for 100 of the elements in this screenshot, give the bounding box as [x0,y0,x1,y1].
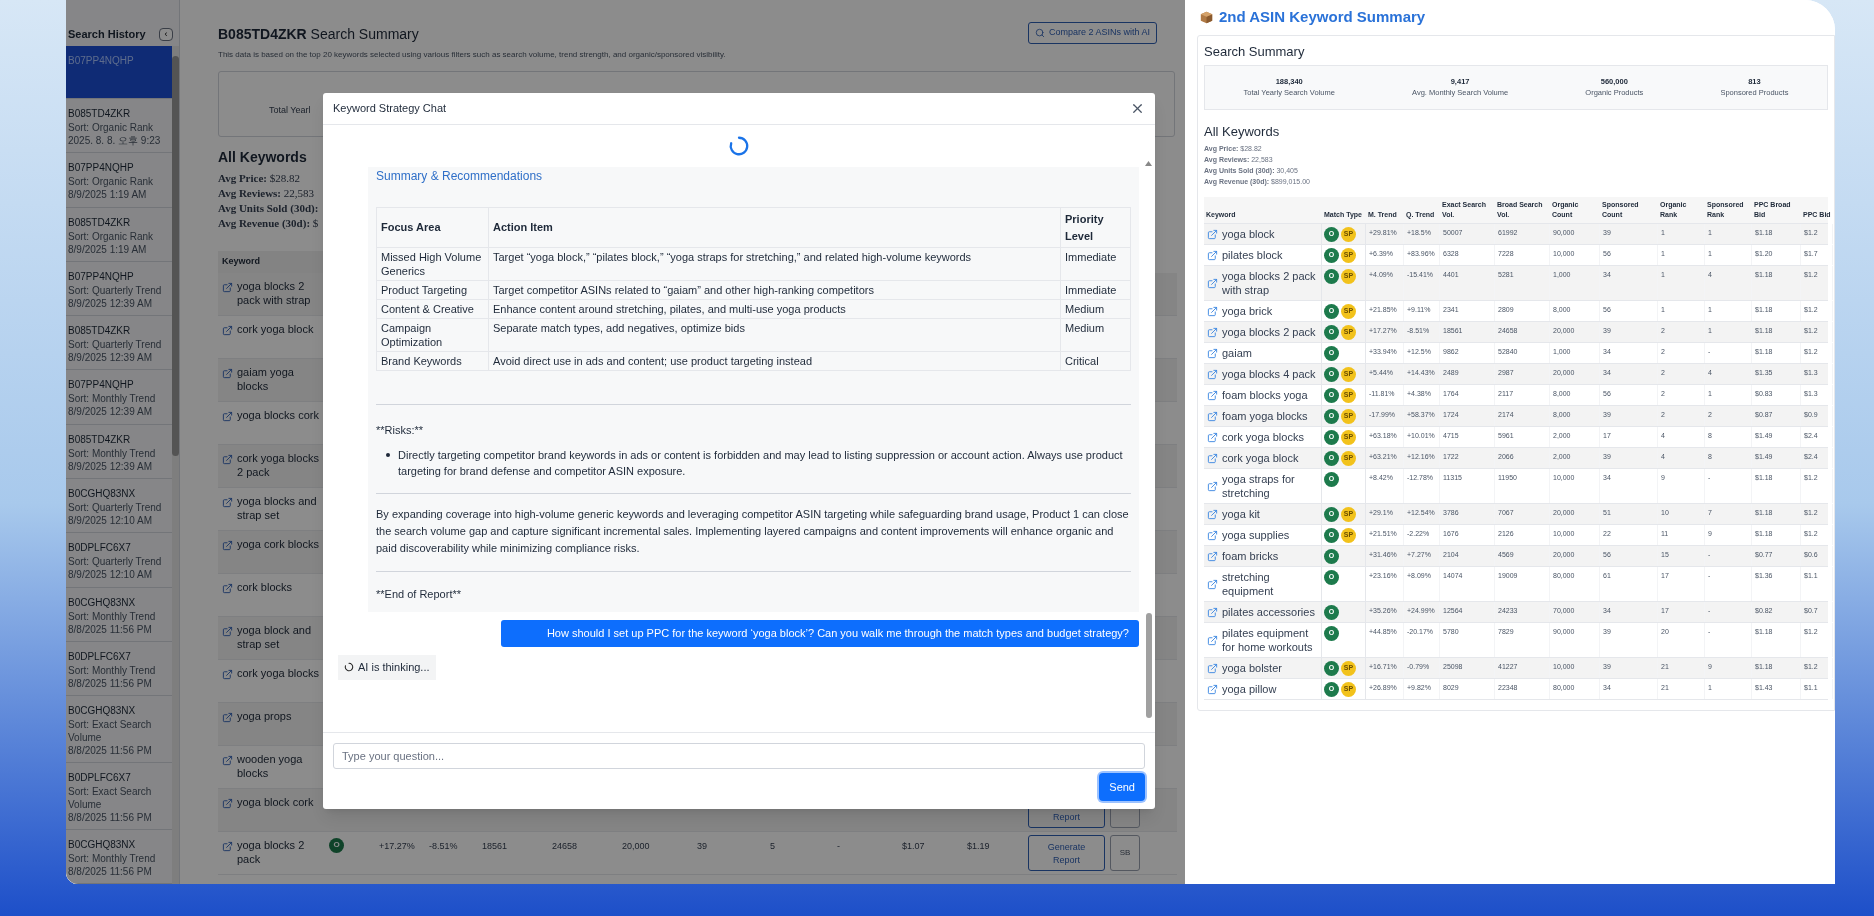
time-text: 8/9/2025 12:39 AM [68,459,153,473]
keyword-text: pilates accessories [1222,605,1315,619]
section-title: Search Summary [1204,42,1306,61]
keyword-text: cork yoga blocks [237,665,319,680]
table-cell-text: +17.27% [378,839,416,853]
average-text: Avg Revenue (30d): $ [218,216,319,231]
risks-label: **Risks:** [376,423,425,438]
keyword-text: yoga cork blocks [237,536,319,551]
asin-text: B085TD4ZKR [68,432,132,447]
keyword-text: yoga kit [1222,507,1260,521]
table-cell: Medium [1060,318,1131,352]
collapse-button[interactable]: ‹ [159,27,173,41]
sort-text: Sort: Monthly Trend [68,663,157,677]
external-link-icon [222,754,233,766]
external-link-icon [1207,431,1218,443]
sort-text: Sort: Quarterly Trend [68,283,163,297]
asin-text: B07PP4NQHP [68,269,135,284]
time-text: 8/8/2025 11:56 PM [68,744,153,758]
time-text: 8/8/2025 11:56 PM [68,622,153,636]
scrollbar[interactable] [172,46,179,884]
sidebar-title: Search History [68,26,146,42]
external-link-icon [222,367,233,379]
panel-title: 2nd ASIN Keyword Summary [1219,7,1426,27]
time-text: 8/9/2025 1:19 AM [68,188,148,202]
table-cell: Avoid direct use in ads and content; use product targeting instead [488,351,1061,371]
external-link-icon [1207,578,1218,590]
table-cell-text: 5 [769,839,776,853]
external-link-icon [1207,480,1218,492]
keyword-text: yoga blocks 2 pack [237,837,306,866]
sort-text: Sort: Organic Rank [68,121,155,134]
history-item[interactable]: B07PP4NQHP [66,46,172,99]
external-link-icon [1207,305,1218,317]
table-cell-text: 39 [696,839,708,853]
sort-text: Sort: Exact Search Volume [68,785,153,811]
external-link-icon [1207,634,1218,646]
external-link-icon [222,840,233,852]
keyword-text: yoga blocks cork [237,407,319,422]
table-cell: Enhance content around stretching, pilates, and multi-use yoga products [488,299,1061,319]
time-text: 8/8/2025 11:56 PM [68,811,153,824]
close-button[interactable] [1130,101,1145,116]
keyword-text: yoga supplies [1222,528,1290,542]
sb-button[interactable]: SB [1110,834,1140,871]
keyword-text: gaiam [1222,346,1252,360]
external-link-icon [1207,410,1218,422]
keyword-text: yoga blocks 2 pack with strap [1222,269,1317,297]
keyword-text: yoga blocks 2 pack with strap [237,278,312,307]
external-link-icon [222,410,233,422]
keyword-text: wooden yoga blocks [237,751,304,780]
table-cell: Brand Keywords [376,351,489,371]
keyword-text: yoga block cork [237,794,314,809]
sort-text: Sort: Exact Search Volume [68,718,153,745]
asin-text: B0CGHQ83NX [68,704,137,719]
table-cell: Immediate [1060,247,1131,281]
sort-text: Sort: Quarterly Trend [68,555,163,569]
keyword-text: foam bricks [1222,549,1279,563]
table-cell-text: 20,000 [621,839,651,853]
table-cell: Missed High Volume Generics [376,247,489,281]
organic-badge: O [329,837,344,853]
dialog-title: Keyword Strategy Chat [333,101,447,117]
table-cell: Medium [1060,299,1131,319]
sort-text: Sort: Monthly Trend [68,446,157,460]
sort-text: Sort: Monthly Trend [68,851,157,865]
section-title: All Keywords [1204,122,1281,141]
external-link-icon [1207,606,1218,618]
time-text: 8/8/2025 11:56 PM [68,676,153,690]
table-cell: Target competitor ASINs related to “gaiam” and other high-ranking competitors [488,280,1061,300]
send-button[interactable]: Send [1099,772,1145,801]
table-cell-text: 18561 [481,839,509,853]
table-cell: Content & Creative [376,299,489,319]
sort-text: Sort: Quarterly Trend [68,338,163,352]
search-icon [1034,27,1045,38]
table-cell-text: - [836,839,841,853]
keyword-text: yoga straps for stretching [1222,472,1296,500]
table-cell: Critical [1060,351,1131,371]
scroll-up-icon[interactable] [1145,161,1152,166]
keyword-text: cork yoga block [237,321,314,336]
external-link-icon [1207,662,1218,674]
compare-button[interactable]: Compare 2 ASINs with AI [1027,22,1157,44]
external-link-icon [1207,389,1218,401]
keyword-text: yoga block [1222,227,1275,241]
thinking-indicator: AI is thinking... [338,655,436,680]
table-cell-text: $1.19 [966,839,991,853]
time-text: 8/9/2025 12:10 AM [68,568,153,582]
keyword-text: yoga blocks 2 pack [1222,325,1316,339]
external-link-icon [222,453,233,465]
keyword-text: gaiam yoga blocks [237,364,295,393]
column-header: Priority Level [1060,207,1131,248]
external-link-icon [222,797,233,809]
conclusion-text: By expanding coverage into high-volume generic keywords and leveraging competitor ASIN targeting while safeguarding brand usage, Product 1 can close the search volume gap and capture significant incremental sales. Implementing layered campaigns and content improvements will enhance organic and paid discoverability while minimizing compliance risks. [376,506,1130,556]
generate-report-button[interactable]: Generate Report [1028,834,1105,871]
external-link-icon [1207,228,1218,240]
asin-text: B07PP4NQHP [68,54,135,68]
user-message: How should I set up PPC for the keyword ‘yoga block’? Can you walk me through the match types and budget strategy? [501,620,1139,647]
external-link-icon [1207,683,1218,695]
keyword-text: cork yoga block [1222,451,1299,465]
table-cell-text: -8.51% [428,839,459,853]
asin-text: B0CGHQ83NX [68,595,137,610]
question-input[interactable]: Type your question... [333,742,1145,769]
sort-text: Sort: Monthly Trend [68,392,157,406]
loading-spinner-icon [727,135,750,157]
